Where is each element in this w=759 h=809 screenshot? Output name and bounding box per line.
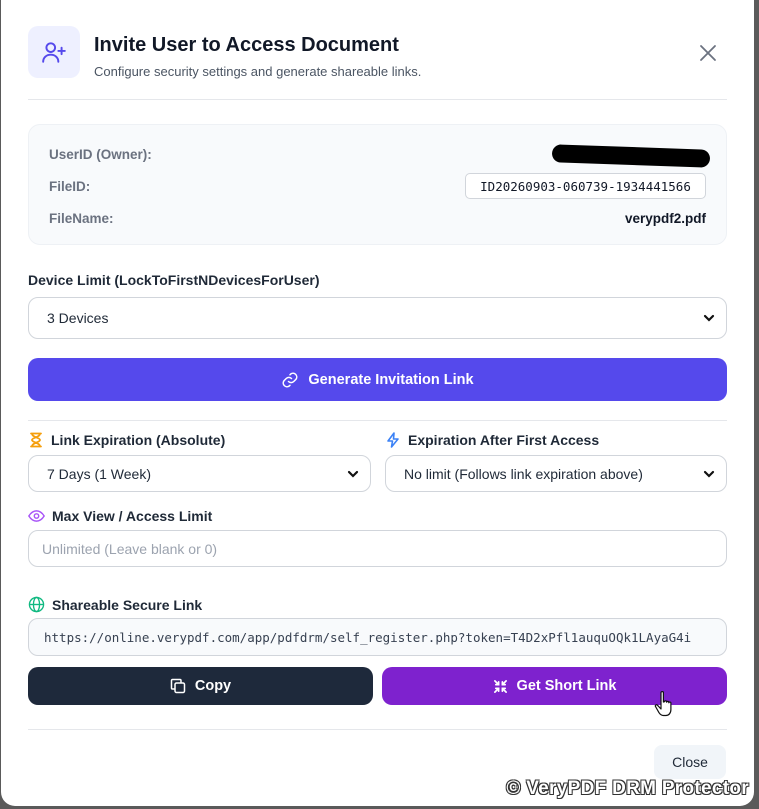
device-limit-select[interactable]: 3 Devices: [28, 297, 727, 339]
generate-invitation-button[interactable]: Generate Invitation Link: [28, 358, 727, 401]
document-info-card: UserID (Owner): FileID: ID20260903-06073…: [28, 124, 727, 245]
file-id-label: FileID:: [49, 179, 91, 194]
expiration-after-first-value: No limit (Follows link expiration above): [404, 465, 643, 482]
chevron-down-icon: [347, 470, 359, 478]
link-expiration-select[interactable]: 7 Days (1 Week): [28, 455, 371, 492]
owner-label: UserID (Owner):: [49, 147, 152, 162]
expiration-after-first-label-row: Expiration After First Access: [385, 432, 599, 448]
file-id-value: ID20260903-060739-1934441566: [465, 173, 706, 199]
close-button[interactable]: Close: [654, 745, 726, 779]
hand-cursor-icon: [654, 691, 672, 717]
redacted-owner-value: [551, 144, 711, 168]
eye-icon: [28, 510, 45, 522]
watermark-text: © VeryPDF DRM Protector: [506, 778, 749, 799]
chevron-down-icon: [703, 470, 715, 478]
max-view-label: Max View / Access Limit: [52, 508, 213, 524]
shareable-link-label: Shareable Secure Link: [52, 596, 203, 613]
lightning-icon: [387, 432, 399, 448]
link-expiration-label-row: Link Expiration (Absolute): [28, 432, 225, 448]
link-expiration-value: 7 Days (1 Week): [47, 465, 151, 482]
max-view-label-row: Max View / Access Limit: [28, 508, 212, 524]
dialog-subtitle: Configure security settings and generate…: [94, 64, 422, 79]
user-plus-icon: [28, 26, 80, 78]
globe-icon: [28, 596, 45, 613]
dialog-title: Invite User to Access Document: [94, 34, 399, 56]
device-limit-label: Device Limit (LockToFirstNDevicesForUser…: [28, 272, 320, 288]
shareable-link-field[interactable]: https://online.verypdf.com/app/pdfdrm/se…: [28, 618, 727, 656]
file-name-value: verypdf2.pdf: [624, 211, 706, 226]
close-icon[interactable]: [697, 42, 719, 64]
copy-icon: [170, 678, 186, 694]
expiration-after-first-select[interactable]: No limit (Follows link expiration above): [385, 455, 727, 492]
link-expiration-label: Link Expiration (Absolute): [51, 432, 226, 448]
hourglass-icon: [30, 432, 42, 448]
generate-button-label: Generate Invitation Link: [308, 371, 474, 388]
max-view-placeholder: Unlimited (Leave blank or 0): [42, 540, 218, 557]
shareable-link-url: https://online.verypdf.com/app/pdfdrm/se…: [44, 629, 692, 645]
footer-divider: [28, 729, 727, 730]
section-divider: [28, 420, 727, 421]
invite-dialog: Invite User to Access Document Configure…: [1, 0, 754, 806]
header-divider: [28, 99, 727, 100]
expiration-after-first-label: Expiration After First Access: [408, 432, 600, 448]
copy-button[interactable]: Copy: [28, 667, 373, 705]
copy-button-label: Copy: [194, 678, 232, 694]
shareable-link-label-row: Shareable Secure Link: [28, 596, 202, 613]
max-view-input[interactable]: Unlimited (Leave blank or 0): [28, 530, 727, 567]
link-icon: [282, 372, 298, 387]
device-limit-value: 3 Devices: [47, 310, 109, 326]
short-link-button-label: Get Short Link: [516, 678, 617, 694]
file-name-label: FileName:: [49, 211, 114, 226]
compress-icon: [493, 679, 507, 693]
chevron-down-icon: [703, 314, 715, 322]
dialog-header: Invite User to Access Document Configure…: [28, 26, 727, 86]
